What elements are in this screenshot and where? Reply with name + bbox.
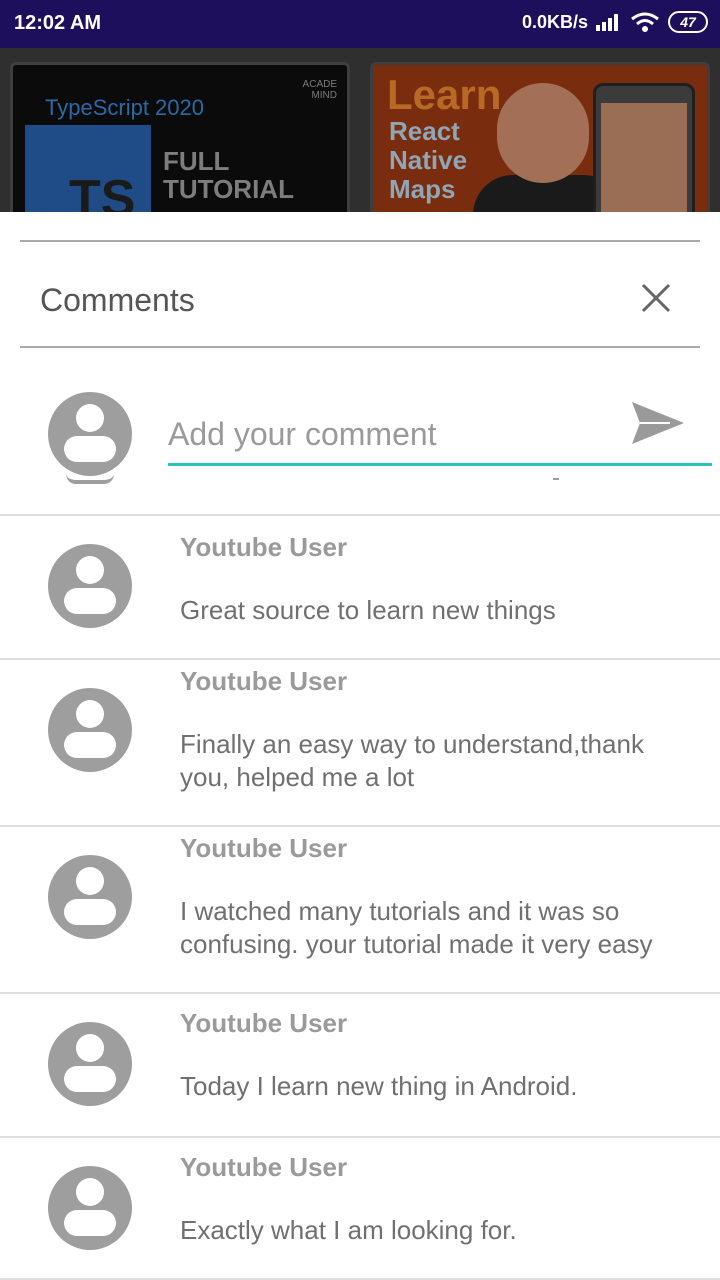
comment-item: Youtube User Today I learn new thing in …	[0, 992, 720, 1136]
comment-text: Finally an easy way to understand,thank …	[180, 729, 644, 792]
partial-avatar-edge	[66, 474, 114, 484]
academind-logo: ACADE MIND	[302, 79, 337, 101]
video-thumbnail-typescript: ACADE MIND TypeScript 2020 TS FULL TUTOR…	[10, 62, 350, 212]
comment-text: Great source to learn new things	[180, 595, 556, 625]
map-screen	[601, 103, 687, 212]
user-avatar	[48, 544, 132, 628]
divider	[20, 346, 700, 348]
comment-text: Today I learn new thing in Android.	[180, 1071, 578, 1101]
close-icon	[641, 283, 671, 313]
signal-icon	[596, 13, 622, 31]
network-speed: 0.0KB/s	[521, 11, 588, 32]
partial-text-edge	[553, 474, 559, 480]
current-user-avatar	[48, 392, 132, 476]
status-bar: 12:02 AM 0.0KB/s 47	[0, 0, 720, 48]
presenter-face	[497, 83, 589, 183]
ts-badge-text: TS	[69, 170, 136, 212]
send-button[interactable]	[630, 400, 690, 450]
status-icons: 0.0KB/s 47	[522, 11, 708, 33]
comment-text: Exactly what I am looking for.	[180, 1215, 517, 1245]
thumbnail-overlay-text: FULL TUTORIAL	[163, 146, 294, 204]
comment-author: Youtube User	[180, 1008, 348, 1038]
comment-text: I watched many tutorials and it was so c…	[180, 896, 653, 959]
comment-item: Youtube User I watched many tutorials an…	[0, 825, 720, 992]
comment-item: Youtube User Great source to learn new t…	[0, 514, 720, 658]
comment-item: Youtube User Exactly what I am looking f…	[0, 1136, 720, 1280]
thumbnail-title: TypeScript 2020	[45, 95, 204, 120]
battery-icon: 47	[668, 11, 708, 33]
send-icon	[632, 402, 684, 444]
status-time: 12:02 AM	[14, 12, 102, 34]
thumbnail-subtitle: React Native Maps	[389, 116, 468, 204]
user-avatar	[48, 855, 132, 939]
sheet-title: Comments	[40, 282, 195, 318]
user-avatar	[48, 1022, 132, 1106]
comment-author: Youtube User	[180, 666, 348, 696]
thumbnail-headline: Learn	[387, 71, 502, 118]
video-thumbnail-react-native: Learn React Native Maps	[370, 62, 710, 212]
close-button[interactable]	[634, 276, 678, 320]
user-avatar	[48, 1166, 132, 1250]
comment-author: Youtube User	[180, 532, 348, 562]
wifi-icon	[630, 11, 660, 33]
comment-author: Youtube User	[180, 1152, 348, 1182]
comment-item: Youtube User Finally an easy way to unde…	[0, 658, 720, 825]
comment-author: Youtube User	[180, 833, 348, 863]
user-avatar	[48, 688, 132, 772]
background-video-list: ACADE MIND TypeScript 2020 TS FULL TUTOR…	[0, 48, 720, 212]
comments-sheet: Comments Youtube User Great source to le…	[0, 212, 720, 1280]
divider	[20, 240, 700, 242]
